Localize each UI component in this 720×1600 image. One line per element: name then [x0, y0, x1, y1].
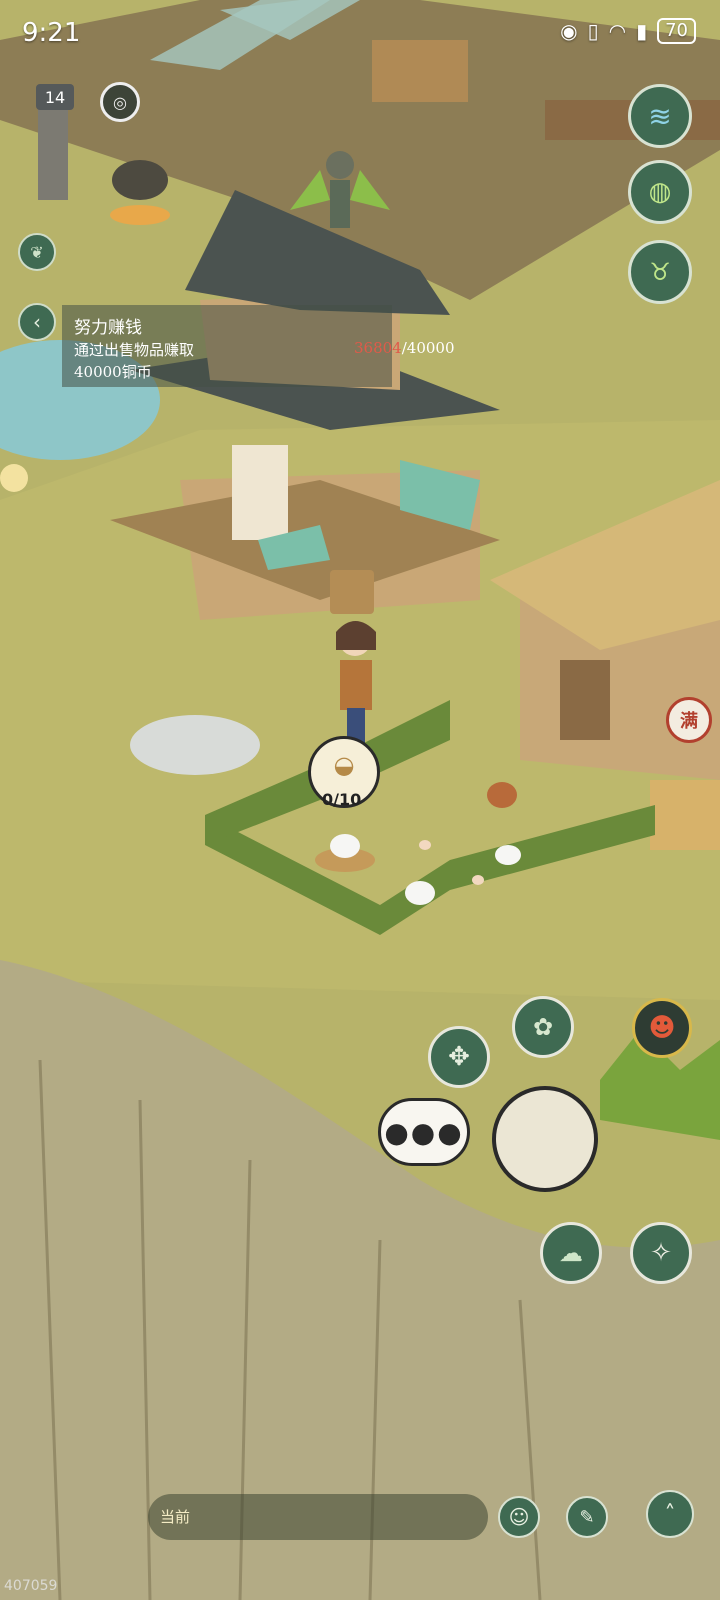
- egg-1[interactable]: [419, 840, 431, 850]
- egg-2[interactable]: [472, 875, 484, 885]
- wave-skill-button[interactable]: ≋: [628, 84, 692, 148]
- coin-glyph: ◎: [113, 92, 127, 112]
- chicken-brown[interactable]: [487, 782, 517, 808]
- status-time: 9:21: [22, 18, 81, 48]
- level-badge[interactable]: 14: [36, 84, 74, 110]
- leaf-menu-button[interactable]: ❦: [18, 233, 56, 271]
- chat-input-bar[interactable]: 当前: [148, 1494, 488, 1540]
- chicken-white-3[interactable]: [495, 845, 521, 865]
- expand-up-button[interactable]: ˄: [646, 1490, 694, 1538]
- full-badge-text: 满: [680, 711, 698, 732]
- compass-icon: ✧: [650, 1238, 672, 1268]
- pet-button[interactable]: ♉: [628, 240, 692, 304]
- hay-bale: [650, 780, 720, 850]
- eye-icon: ◉: [560, 19, 578, 43]
- nest-icon: ◒: [333, 751, 355, 779]
- quest-progress-total: /40000: [401, 339, 455, 357]
- status-icons: ◉ ▯ ◠ ▮ 70: [560, 18, 696, 44]
- coin-icon[interactable]: ◎: [100, 82, 140, 122]
- level-number: 14: [44, 87, 66, 107]
- compass-skill-button[interactable]: ✧: [630, 1222, 692, 1284]
- cooking-pot[interactable]: [112, 160, 168, 200]
- quest-title: 努力赚钱: [74, 318, 142, 338]
- move-dpad-button[interactable]: ✥: [428, 1026, 490, 1088]
- leaf-icon: ❦: [30, 242, 44, 262]
- quest-panel[interactable]: 努力赚钱 通过出售物品赚取 40000铜币 36804/40000: [62, 305, 455, 387]
- bag-button[interactable]: ◍: [628, 160, 692, 224]
- chevron-up-icon: ˄: [664, 1501, 676, 1527]
- demon-icon: ☻: [648, 1013, 676, 1043]
- lotus-flower: [0, 464, 28, 492]
- npc-body: [330, 180, 350, 228]
- quest-progress-current: 36804: [354, 339, 402, 357]
- egg-counter: 0/10: [322, 790, 362, 809]
- quest-progress: 36804/40000: [354, 339, 455, 357]
- chat-channel-label: 当前: [160, 1508, 191, 1526]
- chicken-white-2[interactable]: [405, 881, 435, 905]
- campfire: [110, 205, 170, 225]
- cloud-skill-button[interactable]: ☁: [540, 1222, 602, 1284]
- signal-icon: ▮: [636, 19, 648, 43]
- wave-icon: ≋: [648, 99, 672, 133]
- quick-chat-button[interactable]: ✎: [566, 1496, 608, 1538]
- emoji-button[interactable]: ☺: [498, 1496, 540, 1538]
- shop-sign[interactable]: [330, 570, 374, 614]
- sprout-icon: ✿: [532, 1013, 554, 1041]
- boss-avatar-button[interactable]: ☻: [632, 998, 692, 1058]
- wifi-icon: ◠: [608, 19, 627, 43]
- house-curtain: [232, 445, 288, 540]
- ox-icon: ♉: [649, 258, 671, 286]
- smiley-icon: ☺: [508, 1505, 530, 1529]
- cloud-icon: ☁: [559, 1239, 583, 1267]
- brush-icon: ✎: [579, 1506, 595, 1528]
- battery-icon: 70: [657, 18, 696, 44]
- ellipsis-icon: ●●●: [384, 1115, 464, 1149]
- dpad-icon: ✥: [448, 1042, 470, 1072]
- plant-button[interactable]: ✿: [512, 996, 574, 1058]
- collapse-quest-button[interactable]: ‹: [18, 303, 56, 341]
- quest-description: 通过出售物品赚取: [74, 341, 195, 359]
- main-action-button[interactable]: [492, 1086, 598, 1192]
- quest-goal: 40000铜币: [74, 363, 152, 381]
- watermark: 407059: [4, 1578, 58, 1594]
- npc-head: [326, 151, 354, 179]
- boulder: [130, 715, 260, 775]
- pot-icon: ◍: [648, 177, 672, 207]
- player-body: [340, 660, 372, 710]
- chicken-white-1[interactable]: [330, 834, 360, 858]
- hut-door: [560, 660, 610, 740]
- chat-bubble-button[interactable]: ●●●: [378, 1098, 470, 1166]
- vibrate-icon: ▯: [587, 19, 599, 43]
- chevron-left-icon: ‹: [33, 310, 41, 334]
- status-bar: 9:21 ◉ ▯ ◠ ▮ 70: [0, 0, 720, 70]
- full-badge[interactable]: 满: [666, 697, 712, 743]
